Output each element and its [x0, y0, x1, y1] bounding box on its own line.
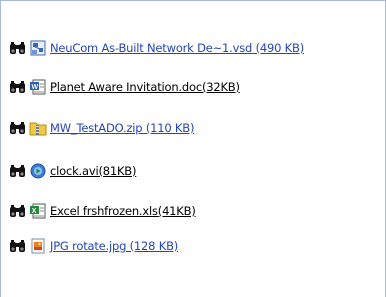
- zip-folder-icon: [29, 122, 47, 136]
- attachment-row-planet-aware: W Planet Aware Invitation.doc(32KB): [9, 78, 240, 96]
- attachment-link[interactable]: Excel frshfrozen.xls(41KB): [50, 204, 196, 218]
- binoculars-icon[interactable]: [9, 164, 26, 178]
- attachment-link[interactable]: MW_TestADO.zip (110 KB): [50, 121, 194, 135]
- attachment-row-excel: X Excel frshfrozen.xls(41KB): [9, 202, 196, 220]
- binoculars-icon[interactable]: [9, 204, 26, 218]
- attachment-link[interactable]: NeuCom As-Built Network De~1.vsd (490 KB…: [50, 41, 304, 55]
- attachment-row-mw-testado: MW_TestADO.zip (110 KB): [9, 119, 194, 137]
- svg-text:X: X: [32, 208, 37, 215]
- attachment-panel: NeuCom As-Built Network De~1.vsd (490 KB…: [0, 0, 386, 297]
- binoculars-icon[interactable]: [9, 239, 26, 253]
- attachment-row-jpg: JPG rotate.jpg (128 KB): [9, 237, 178, 255]
- binoculars-icon[interactable]: [9, 121, 26, 135]
- binoculars-icon[interactable]: [9, 41, 26, 55]
- attachment-link[interactable]: JPG rotate.jpg (128 KB): [50, 239, 178, 253]
- svg-text:W: W: [32, 84, 39, 91]
- attachment-link[interactable]: Planet Aware Invitation.doc(32KB): [50, 80, 240, 94]
- binoculars-icon[interactable]: [9, 80, 26, 94]
- word-doc-icon: W: [30, 79, 46, 95]
- attachment-row-clock: clock.avi(81KB): [9, 162, 136, 180]
- excel-file-icon: X: [30, 203, 46, 219]
- image-file-icon: [31, 238, 45, 254]
- visio-file-icon: [30, 40, 46, 56]
- attachment-row-neucom: NeuCom As-Built Network De~1.vsd (490 KB…: [9, 39, 304, 57]
- attachment-link[interactable]: clock.avi(81KB): [50, 164, 136, 178]
- video-file-icon: [30, 163, 46, 179]
